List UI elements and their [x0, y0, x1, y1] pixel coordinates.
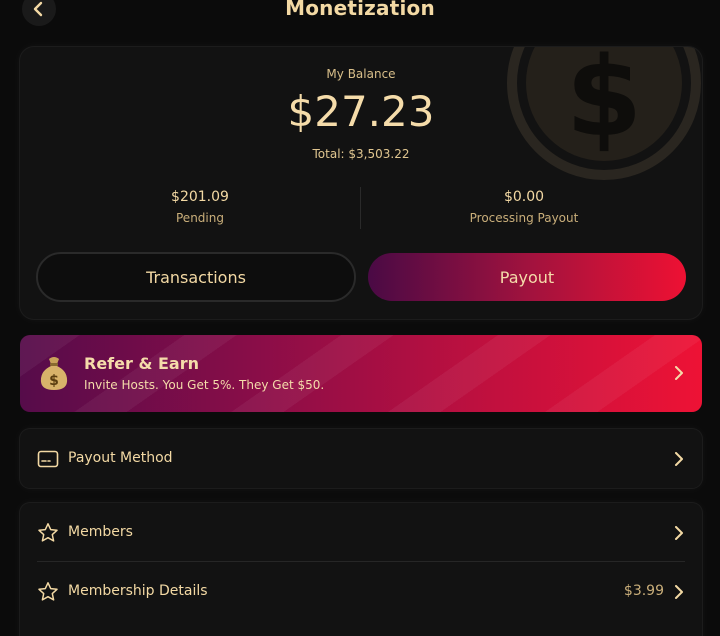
- processing-value: $0.00: [503, 189, 545, 205]
- pending-value: $201.09: [171, 189, 229, 205]
- pending-stat: $201.09 Pending: [50, 189, 350, 225]
- members-label: Members: [68, 524, 133, 540]
- banner-stripes: [20, 335, 702, 412]
- money-bag-icon: $: [40, 357, 68, 390]
- members-row[interactable]: Members: [20, 503, 702, 562]
- refer-earn-banner[interactable]: $ Refer & Earn Invite Hosts. You Get 5%.…: [20, 335, 702, 412]
- membership-card: Members Membership Details $3.99: [20, 503, 702, 636]
- balance-label: My Balance: [326, 67, 396, 81]
- payout-button[interactable]: Payout: [368, 253, 686, 301]
- balance-card: $ My Balance $27.23 Total: $3,503.22 $20…: [20, 47, 702, 319]
- payout-method-row[interactable]: Payout Method: [20, 429, 702, 488]
- refer-subtitle: Invite Hosts. You Get 5%. They Get $50.: [84, 378, 325, 392]
- payout-method-label: Payout Method: [68, 450, 173, 466]
- payout-method-card: Payout Method: [20, 429, 702, 488]
- star-icon: [38, 582, 58, 601]
- chevron-right-icon: [675, 452, 683, 466]
- pending-label: Pending: [176, 211, 224, 225]
- transactions-button[interactable]: Transactions: [36, 252, 356, 302]
- chevron-right-icon: [675, 526, 683, 540]
- processing-stat: $0.00 Processing Payout: [374, 189, 674, 225]
- stat-divider: [360, 187, 361, 229]
- membership-price: $3.99: [623, 583, 664, 599]
- chevron-right-icon: [675, 366, 683, 380]
- refer-title: Refer & Earn: [84, 354, 199, 373]
- balance-total: Total: $3,503.22: [312, 147, 410, 161]
- svg-text:$: $: [49, 373, 59, 389]
- star-icon: [38, 523, 58, 542]
- page-title: Monetization: [285, 0, 435, 20]
- balance-amount: $27.23: [287, 87, 435, 136]
- chevron-right-icon: [675, 585, 683, 599]
- membership-details-row[interactable]: Membership Details $3.99: [20, 562, 702, 621]
- membership-details-label: Membership Details: [68, 583, 208, 599]
- processing-label: Processing Payout: [469, 211, 579, 225]
- card-icon: [37, 450, 59, 468]
